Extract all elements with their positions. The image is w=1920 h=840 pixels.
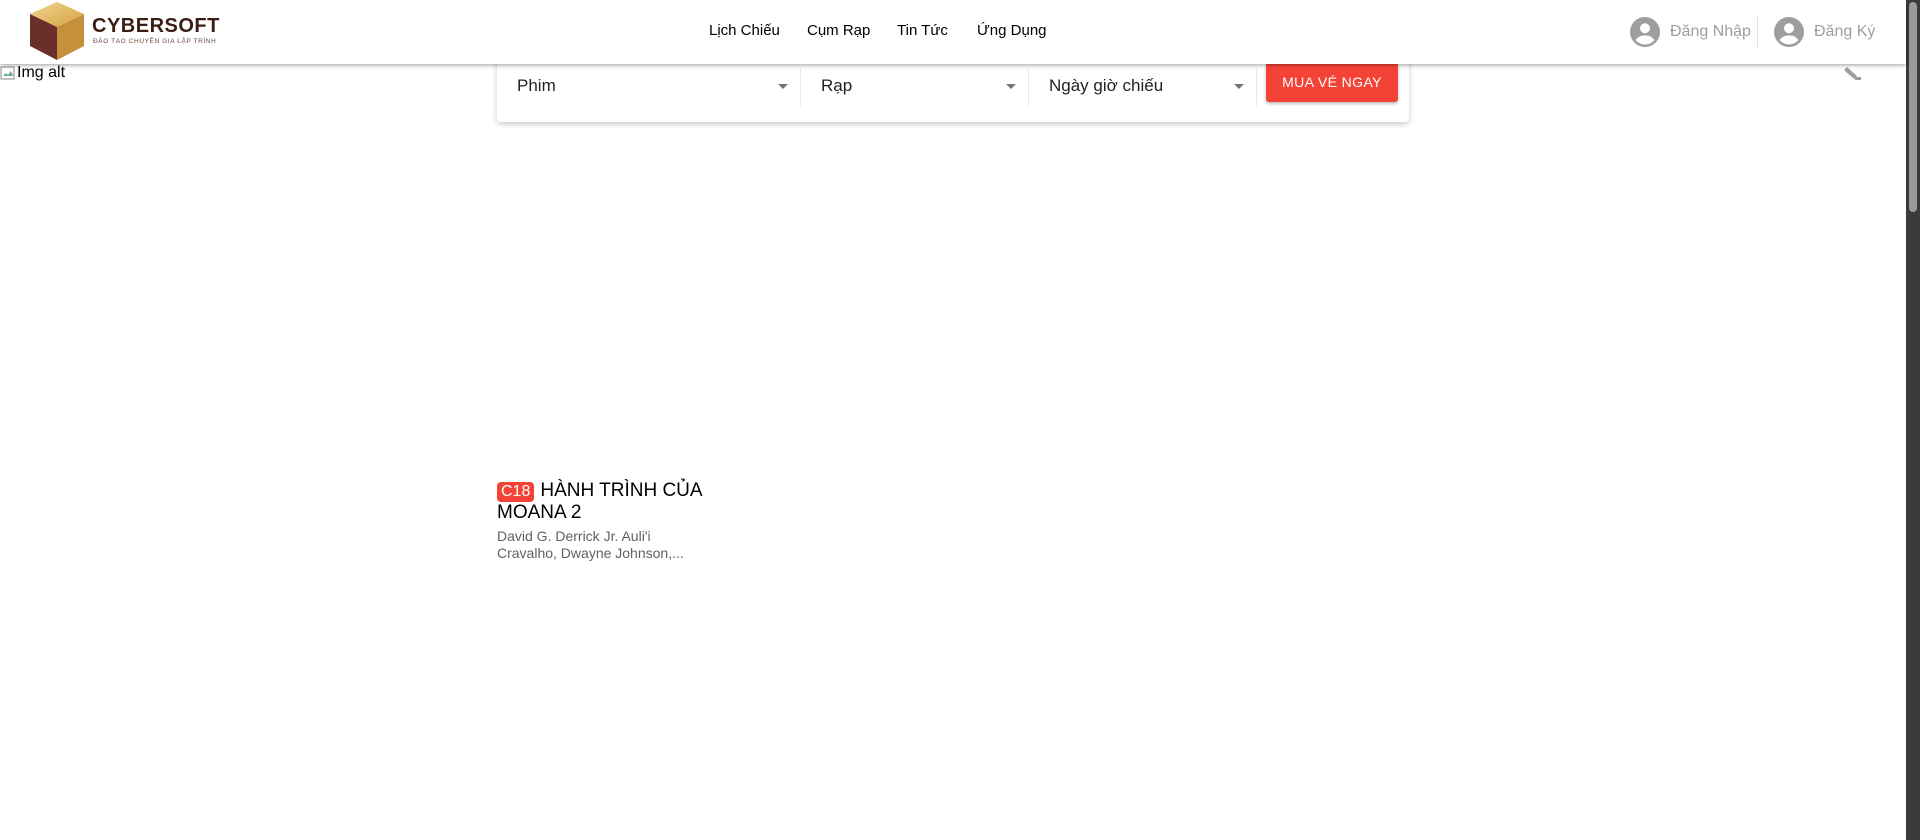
page: CYBERSOFT ĐÀO TẠO CHUYÊN GIA LẬP TRÌNH L… [0,0,1920,840]
banner-image: Img alt [0,64,65,82]
nav-item-tin-tuc[interactable]: Tin Tức [897,22,948,39]
movie-cast: David G. Derrick Jr. Auli'i Cravalho, Dw… [497,528,684,561]
movie-select[interactable]: Phim [497,68,798,104]
showtime-select[interactable]: Ngày giờ chiếu [1029,68,1254,104]
login-button[interactable]: Đăng Nhập [1630,16,1751,48]
showtime-select-value: Ngày giờ chiếu [1049,76,1164,95]
nav-item-cum-rap[interactable]: Cụm Rạp [807,22,870,39]
dropdown-arrow-icon [778,84,788,89]
dropdown-arrow-icon [1234,84,1244,89]
login-label: Đăng Nhập [1670,23,1751,40]
auth-divider [1757,16,1758,48]
scrollbar-thumb[interactable] [1909,2,1917,212]
page-scrollbar[interactable] [1906,0,1920,840]
movie-title-row: C18 HÀNH TRÌNH CỦA MOANA 2 [497,480,707,524]
header: CYBERSOFT ĐÀO TẠO CHUYÊN GIA LẬP TRÌNH L… [0,0,1906,64]
age-rating-badge: C18 [497,482,535,502]
banner-image-alt: Img alt [17,64,66,81]
buy-ticket-button[interactable]: MUA VÉ NGAY [1266,62,1398,102]
nav-item-lich-chieu[interactable]: Lịch Chiếu [709,22,780,39]
edit-pencil-icon[interactable] [1842,66,1862,82]
select-divider [1256,68,1257,106]
movie-select-value: Phim [517,76,556,95]
account-circle-icon [1630,17,1660,47]
account-circle-icon [1774,17,1804,47]
dropdown-arrow-icon [1006,84,1016,89]
cinema-select[interactable]: Rạp [801,68,1026,104]
register-label: Đăng Ký [1814,23,1876,40]
main-nav: Lịch Chiếu Cụm Rạp Tin Tức Ứng Dụng [0,0,1906,64]
register-button[interactable]: Đăng Ký [1774,16,1875,48]
broken-image-icon [0,66,15,80]
quick-booking-bar: Phim Rạp Ngày giờ chiếu MUA VÉ NGAY [497,56,1409,122]
cinema-select-value: Rạp [821,76,853,95]
nav-item-ung-dung[interactable]: Ứng Dụng [977,22,1047,39]
movie-card[interactable]: C18 HÀNH TRÌNH CỦA MOANA 2 David G. Derri… [497,480,707,562]
